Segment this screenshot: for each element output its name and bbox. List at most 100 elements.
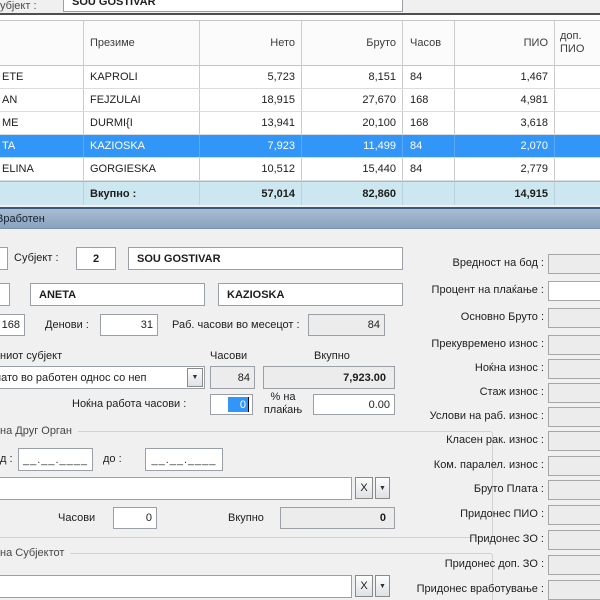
table-row[interactable]: ETE KAPROLI 5,723 8,151 84 1,467 (0, 66, 600, 89)
other-organ-total-label: Вкупно (228, 512, 264, 524)
grid-total-row: Вкупно : 57,014 82,860 14,915 (0, 181, 600, 205)
cell-hours: 168 (403, 89, 455, 111)
cell-hours: 84 (403, 135, 455, 157)
cell-bruto: 20,100 (302, 112, 403, 134)
other-organ-combo-input[interactable] (0, 477, 352, 500)
cell-bruto: 11,499 (302, 135, 403, 157)
table-body: ETE KAPROLI 5,723 8,151 84 1,467 AN FEJZ… (0, 66, 600, 181)
section-bar-label: Вработен (0, 213, 45, 225)
grid-header-name (0, 21, 84, 65)
cell-neto: 13,941 (200, 112, 302, 134)
date-to-input[interactable]: __.__.____ (145, 448, 223, 471)
cell-dop-pio (555, 135, 600, 157)
amount-field-input (548, 505, 600, 525)
amount-field-row: Придонес вработување : (400, 580, 600, 600)
payroll-window: Субјект : SOU GOSTIVAR Презиме Нето Брут… (0, 0, 600, 600)
other-organ-dropdown-button[interactable]: ▼ (375, 477, 390, 499)
night-work-label: Ноќна работа часови : (72, 398, 186, 410)
employment-dropdown-button[interactable]: ▼ (187, 368, 203, 387)
cell-hours: 84 (403, 66, 455, 88)
text-caret (248, 397, 249, 412)
cell-dop-pio (555, 112, 600, 134)
date-from-input[interactable]: __.__.____ (18, 448, 93, 471)
amount-field-row: Основно Бруто : (400, 308, 600, 328)
subject-dropdown-button[interactable]: ▼ (375, 575, 390, 597)
other-organ-hours-input[interactable]: 0 (113, 507, 157, 529)
amount-field-row: Ноќна износ : (400, 359, 600, 379)
subject-strip-value-box[interactable]: SOU GOSTIVAR (63, 0, 403, 12)
amount-field-input[interactable] (548, 281, 600, 301)
cell-neto: 7,923 (200, 135, 302, 157)
cell-hours: 84 (403, 158, 455, 180)
amount-field-input (548, 359, 600, 379)
amount-field-row: Бруто Плата : (400, 480, 600, 500)
table-row[interactable]: AN FEJZULAI 18,915 27,670 168 4,981 (0, 89, 600, 112)
amount-field-row: Придонес ПИО : (400, 505, 600, 525)
x-clear-icon: X (360, 482, 367, 494)
other-organ-title: на Друг Орган (0, 425, 78, 437)
days-field[interactable]: 31 (100, 314, 158, 336)
subject-label: Субјект : (14, 252, 59, 264)
days-label: Денови : (45, 319, 89, 331)
amount-field-label: Придонес ЗО : (469, 533, 544, 545)
partial-subject-label: ниот субјект (0, 350, 62, 362)
cell-pio: 1,467 (455, 66, 555, 88)
amount-field-row: Придонес доп. ЗО : (400, 555, 600, 575)
table-row[interactable]: ME DURMI{I 13,941 20,100 168 3,618 (0, 112, 600, 135)
amount-field-row: Прекувремено износ : (400, 335, 600, 355)
subject-combo-input[interactable] (0, 575, 352, 598)
grid-header-row: Презиме Нето Бруто Часов ПИО доп. ПИО (0, 20, 600, 66)
subject-group-title: на Субјектот (0, 547, 70, 559)
cell-dop-pio (555, 158, 600, 180)
cell-bruto: 15,440 (302, 158, 403, 180)
subject-code-field[interactable]: 2 (76, 247, 116, 270)
night-hours-selection: 0 (228, 397, 248, 412)
amount-field-label: Придонес доп. ЗО : (445, 558, 544, 570)
amount-field-label: Процент на плаќање : (432, 284, 544, 296)
night-hours-input[interactable]: 0 (210, 394, 253, 415)
amount-field-input (548, 254, 600, 274)
other-organ-clear-button[interactable]: X (355, 477, 373, 499)
month-hours-field: 84 (308, 314, 385, 336)
cell-name: TA (0, 135, 84, 157)
cell-name: ELINA (0, 158, 84, 180)
chevron-down-icon: ▼ (192, 374, 199, 381)
amount-field-label: Стаж износ : (480, 386, 544, 398)
cell-bruto: 8,151 (302, 66, 403, 88)
table-row[interactable]: TA KAZIOSKA 7,923 11,499 84 2,070 (0, 135, 600, 158)
amount-field-label: Бруто Плата : (474, 483, 544, 495)
total-neto: 57,014 (200, 182, 302, 205)
clipped-box-left-2 (0, 283, 10, 306)
employee-section-bar: Вработен (0, 207, 600, 229)
amount-field-input (548, 530, 600, 550)
amount-field-row: Услови на раб. износ : (400, 407, 600, 427)
amount-field-input (548, 335, 600, 355)
amount-field-label: Основно Бруто : (461, 311, 544, 323)
amount-field-label: Услови на раб. износ : (430, 410, 544, 422)
month-hours-label: Раб. часови во месецот : (172, 319, 300, 331)
amount-field-label: Придонес ПИО : (460, 508, 544, 520)
cell-name: ME (0, 112, 84, 134)
employment-type-dropdown[interactable]: нато во работен однос со неп (0, 366, 205, 389)
subject-name-field[interactable]: SOU GOSTIVAR (128, 247, 403, 270)
amount-field-input (548, 407, 600, 427)
subject-clear-button[interactable]: X (355, 575, 373, 597)
amount-field-label: Прекувремено износ : (431, 338, 544, 350)
subject-strip-value: SOU GOSTIVAR (72, 0, 156, 8)
date-to-label: до : (103, 453, 122, 465)
cell-name: ETE (0, 66, 84, 88)
table-row[interactable]: ELINA GORGIESKA 10,512 15,440 84 2,779 (0, 158, 600, 181)
last-name-field[interactable]: KAZIOSKA (218, 283, 403, 306)
amount-field-label: Класен рак. износ : (446, 434, 544, 446)
total-pio: 14,915 (455, 182, 555, 205)
subject-strip-label: Субјект : (0, 0, 37, 12)
employee-grid: Презиме Нето Бруто Часов ПИО доп. ПИО ET… (0, 15, 600, 205)
cell-surname: KAZIOSKA (84, 135, 200, 157)
pct-payment-field[interactable]: 0.00 (313, 394, 395, 415)
cell-pio: 2,070 (455, 135, 555, 157)
cell-pio: 4,981 (455, 89, 555, 111)
amount-field-row: Класен рак. износ : (400, 431, 600, 451)
grid-header-neto: Нето (200, 21, 302, 65)
cell-surname: DURMI{I (84, 112, 200, 134)
first-name-field[interactable]: ANETA (30, 283, 205, 306)
